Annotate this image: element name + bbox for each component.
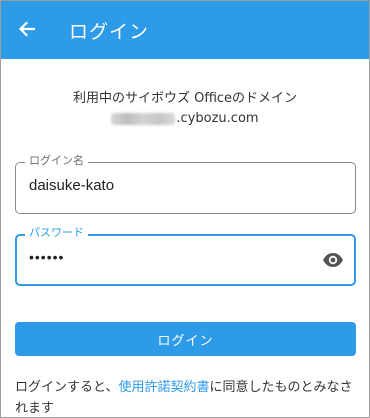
eye-icon (323, 253, 343, 267)
username-input[interactable] (29, 177, 309, 194)
login-button[interactable]: ログイン (15, 322, 356, 356)
license-agreement-link[interactable]: 使用許諾契約書 (118, 380, 209, 395)
username-field[interactable]: ログイン名 (15, 154, 356, 214)
back-button[interactable] (13, 15, 41, 43)
terms-text: ログインすると、使用許諾契約書に同意したものとみなされます (15, 377, 361, 417)
password-label: パスワード (25, 226, 88, 240)
domain-suffix: .cybozu.com (176, 111, 259, 126)
redacted-subdomain (111, 112, 176, 125)
page-title: ログイン (69, 21, 150, 43)
terms-prefix: ログインすると、 (15, 380, 119, 395)
app-bar: ログイン (1, 1, 369, 59)
username-label: ログイン名 (25, 154, 88, 168)
password-field[interactable]: パスワード (15, 226, 356, 286)
domain-heading: 利用中のサイボウズ Officeのドメイン (72, 91, 298, 106)
domain-value: .cybozu.com (1, 111, 369, 126)
login-screen: ログイン 利用中のサイボウズ Officeのドメイン .cybozu.com ロ… (0, 0, 370, 418)
arrow-left-icon (18, 21, 36, 37)
show-password-button[interactable] (320, 248, 346, 272)
password-input[interactable] (29, 249, 309, 265)
